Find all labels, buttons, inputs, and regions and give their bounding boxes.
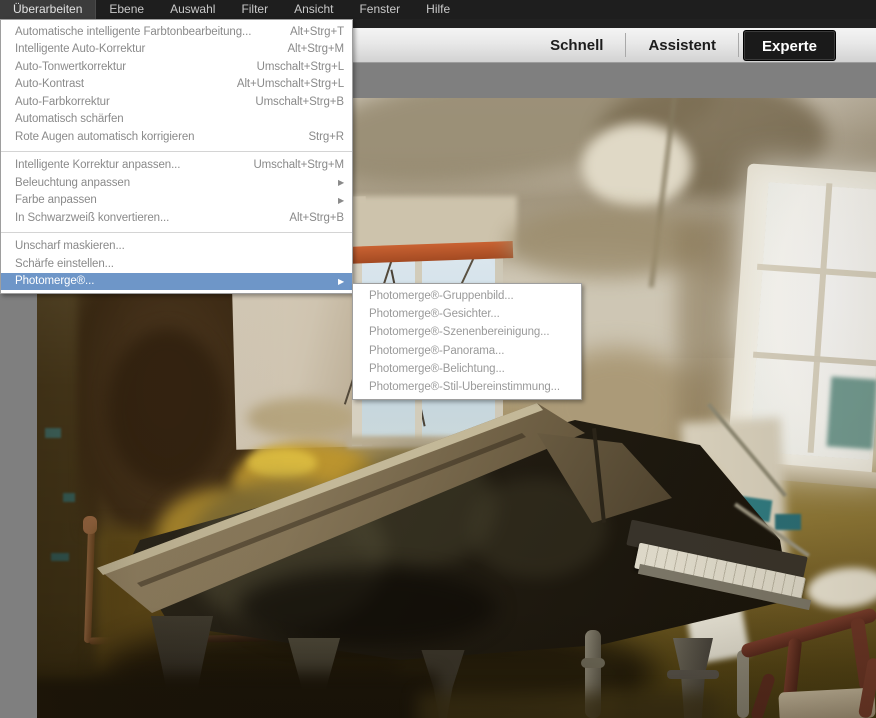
menubar-item-ansicht[interactable]: Ansicht (281, 0, 346, 19)
menu-item-label: Beleuchtung anpassen (15, 176, 131, 189)
tab-assistent[interactable]: Assistent (630, 30, 734, 61)
menu-item-shortcut: Umschalt+Strg+M (253, 159, 344, 172)
tab-experte[interactable]: Experte (742, 29, 836, 61)
menu-item-automatisch-schaerfen[interactable]: Automatisch schärfen (1, 111, 352, 129)
menu-item-shortcut: Alt+Umschalt+Strg+L (236, 78, 344, 91)
submenu-arrow-icon: ▶ (337, 195, 344, 205)
submenu-item-belichtung[interactable]: Photomerge®-Belichtung... (353, 360, 581, 378)
menu-separator (1, 231, 352, 233)
menu-item-photomerge[interactable]: Photomerge®... ▶ (1, 272, 352, 290)
menu-item-label: Photomerge®-Panorama... (369, 344, 505, 357)
menu-item-rote-augen-korrigieren[interactable]: Rote Augen automatisch korrigieren Strg+… (1, 128, 352, 146)
photomerge-submenu: Photomerge®-Gruppenbild... Photomerge®-G… (352, 283, 582, 401)
menu-item-shortcut: Umschalt+Strg+L (256, 60, 344, 73)
menu-item-label: Photomerge®... (15, 275, 95, 288)
menu-item-label: Auto-Kontrast (15, 78, 85, 91)
menu-item-label: Photomerge®-Szenenbereinigung... (369, 326, 550, 339)
menu-item-label: Unscharf maskieren... (15, 240, 125, 253)
submenu-item-gesichter[interactable]: Photomerge®-Gesichter... (353, 305, 581, 323)
menu-item-intelligente-korrektur-anpassen[interactable]: Intelligente Korrektur anpassen... Umsch… (1, 157, 352, 175)
tab-schnell[interactable]: Schnell (532, 30, 621, 61)
menu-item-intelligente-auto-korrektur[interactable]: Intelligente Auto-Korrektur Alt+Strg+M (1, 41, 352, 59)
menu-item-auto-tonwertkorrektur[interactable]: Auto-Tonwertkorrektur Umschalt+Strg+L (1, 58, 352, 76)
tab-divider (625, 33, 627, 57)
menu-item-label: In Schwarzweiß konvertieren... (15, 211, 170, 224)
submenu-item-stil-uebereinstimmung[interactable]: Photomerge®-Stil-Übereinstimmung... (353, 378, 581, 396)
menu-item-farbe-anpassen[interactable]: Farbe anpassen ▶ (1, 192, 352, 210)
menu-item-label: Automatisch schärfen (15, 113, 124, 126)
menubar-item-hilfe[interactable]: Hilfe (413, 0, 463, 19)
submenu-item-gruppenbild[interactable]: Photomerge®-Gruppenbild... (353, 287, 581, 305)
menubar-item-filter[interactable]: Filter (228, 0, 281, 19)
menu-separator (1, 150, 352, 152)
app-window: Schnell Assistent Experte Überarbeiten E… (0, 0, 876, 718)
menu-item-label: Schärfe einstellen... (15, 257, 114, 270)
enhance-dropdown-menu: Automatische intelligente Farbtonbearbei… (0, 19, 353, 294)
menubar-item-ueberarbeiten[interactable]: Überarbeiten (0, 0, 97, 19)
menu-item-label: Photomerge®-Stil-Übereinstimmung... (369, 381, 560, 394)
menu-item-label: Photomerge®-Gesichter... (369, 308, 500, 321)
menubar-item-ebene[interactable]: Ebene (96, 0, 157, 19)
menu-item-label: Farbe anpassen (15, 194, 97, 207)
submenu-arrow-icon: ▶ (337, 178, 344, 188)
menu-item-auto-farbkorrektur[interactable]: Auto-Farbkorrektur Umschalt+Strg+B (1, 93, 352, 111)
menu-item-unscharf-maskieren[interactable]: Unscharf maskieren... (1, 238, 352, 256)
menu-item-schwarzweiss-konvertieren[interactable]: In Schwarzweiß konvertieren... Alt+Strg+… (1, 209, 352, 227)
menu-item-shortcut: Strg+R (308, 130, 344, 143)
menu-item-shortcut: Alt+Strg+T (290, 25, 344, 38)
menu-item-label: Auto-Farbkorrektur (15, 95, 110, 108)
menu-item-shortcut: Alt+Strg+M (287, 43, 344, 56)
menu-item-label: Photomerge®-Belichtung... (369, 362, 505, 375)
menu-item-label: Auto-Tonwertkorrektur (15, 60, 127, 73)
menu-item-auto-kontrast[interactable]: Auto-Kontrast Alt+Umschalt+Strg+L (1, 76, 352, 94)
menu-item-label: Intelligente Auto-Korrektur (15, 43, 146, 56)
menu-item-label: Photomerge®-Gruppenbild... (369, 290, 514, 303)
menu-item-label: Rote Augen automatisch korrigieren (15, 130, 195, 143)
menu-item-schaerfe-einstellen[interactable]: Schärfe einstellen... (1, 255, 352, 273)
submenu-item-szenenbereinigung[interactable]: Photomerge®-Szenenbereinigung... (353, 323, 581, 341)
submenu-item-panorama[interactable]: Photomerge®-Panorama... (353, 342, 581, 360)
menu-item-shortcut: Umschalt+Strg+B (255, 95, 344, 108)
menu-item-label: Automatische intelligente Farbtonbearbei… (15, 25, 252, 38)
menu-item-auto-farbtonbearbeitung[interactable]: Automatische intelligente Farbtonbearbei… (1, 23, 352, 41)
menu-bar: Überarbeiten Ebene Auswahl Filter Ansich… (0, 0, 876, 19)
submenu-arrow-icon: ▶ (337, 276, 344, 286)
menu-item-label: Intelligente Korrektur anpassen... (15, 159, 181, 172)
menubar-item-auswahl[interactable]: Auswahl (157, 0, 228, 19)
menu-item-shortcut: Alt+Strg+B (289, 211, 344, 224)
menubar-item-fenster[interactable]: Fenster (346, 0, 413, 19)
tab-divider (737, 33, 739, 57)
menu-item-beleuchtung-anpassen[interactable]: Beleuchtung anpassen ▶ (1, 174, 352, 192)
